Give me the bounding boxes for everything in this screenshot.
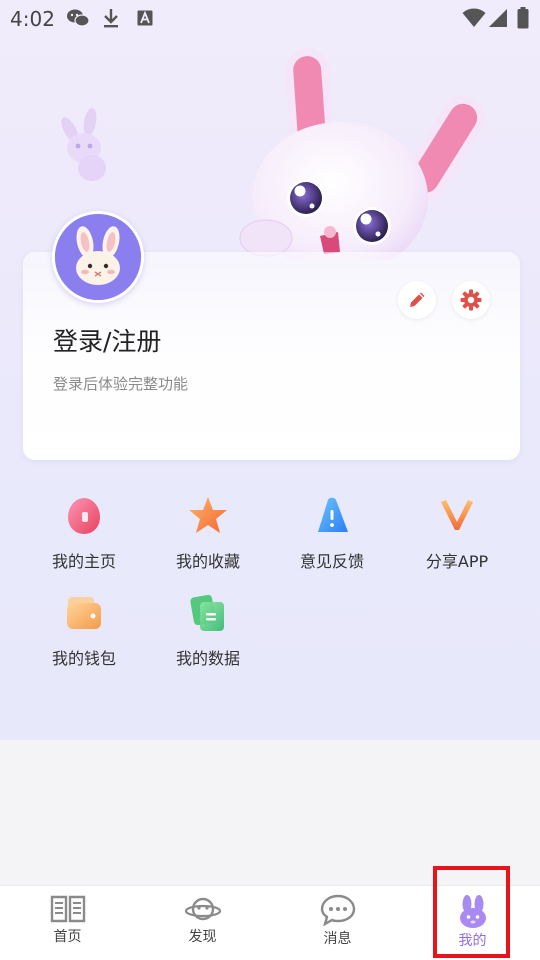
nav-tab-messages[interactable]: 消息	[270, 886, 405, 960]
feedback-icon	[318, 497, 348, 532]
grid-item-label: 意见反馈	[299, 552, 364, 571]
bunny-avatar-icon	[55, 214, 141, 300]
bunny-mascot-illustration	[239, 48, 486, 260]
grid-item-my-favorites[interactable]: 我的收藏	[148, 494, 268, 572]
small-bunny-illustration	[61, 108, 106, 181]
wechat-icon	[66, 8, 90, 28]
grid-item-label: 我的主页	[51, 552, 116, 571]
star-icon	[189, 497, 227, 533]
chat-icon	[320, 894, 355, 926]
bottom-navigation: 首页 发现 消息 我的	[0, 885, 540, 960]
grid-item-my-homepage[interactable]: 我的主页	[24, 494, 144, 572]
wallet-icon	[67, 597, 101, 629]
grid-item-my-data[interactable]: 我的数据	[148, 591, 268, 669]
signal-icon	[488, 8, 508, 28]
content-background	[0, 740, 540, 885]
grid-item-label: 我的收藏	[175, 552, 240, 571]
grid-item-label: 分享APP	[425, 552, 489, 571]
status-time: 4:02	[10, 7, 55, 31]
login-register-link[interactable]: 登录/注册	[53, 322, 161, 358]
avatar[interactable]	[52, 211, 144, 303]
battery-icon	[516, 7, 530, 29]
wifi-icon	[462, 8, 486, 28]
planet-icon	[184, 897, 221, 921]
nav-tab-mine[interactable]: 我的	[405, 886, 540, 960]
share-icon	[441, 500, 473, 530]
bunny-icon	[459, 895, 486, 928]
grid-item-label: 我的数据	[175, 649, 240, 668]
login-hint-text: 登录后体验完整功能	[53, 375, 189, 393]
edit-profile-button[interactable]	[398, 281, 436, 319]
settings-button[interactable]	[452, 281, 490, 319]
font-icon	[136, 8, 154, 28]
nav-tab-discover[interactable]: 发现	[135, 886, 270, 960]
grid-item-share-app[interactable]: 分享APP	[397, 494, 517, 572]
book-icon	[50, 895, 85, 923]
grid-item-feedback[interactable]: 意见反馈	[272, 494, 392, 572]
nav-label: 消息	[323, 931, 352, 947]
data-icon	[190, 594, 224, 631]
nav-label: 发现	[188, 929, 217, 945]
status-bar: 4:02	[0, 0, 540, 36]
grid-item-my-wallet[interactable]: 我的钱包	[24, 591, 144, 669]
nav-tab-home[interactable]: 首页	[0, 886, 135, 960]
pencil-icon	[410, 292, 425, 307]
grid-item-label: 我的钱包	[51, 649, 116, 668]
nav-label: 我的	[458, 933, 487, 949]
nav-label: 首页	[53, 929, 82, 945]
download-icon	[102, 8, 120, 28]
gear-icon	[460, 289, 482, 311]
home-icon	[68, 498, 100, 534]
